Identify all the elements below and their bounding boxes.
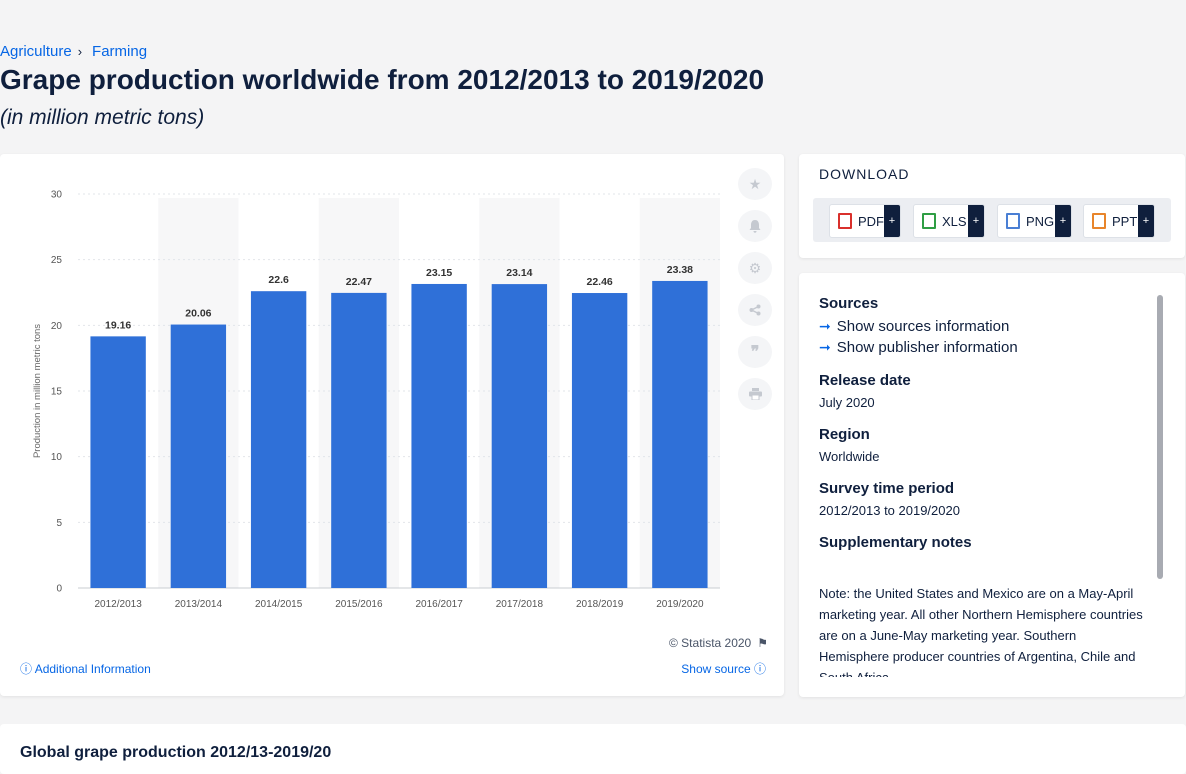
x-tick-label: 2012/2013 [94,599,142,610]
data-label: 22.47 [346,276,372,288]
breadcrumb-separator: › [77,44,83,59]
png-file-icon [1006,213,1020,229]
y-tick-label: 15 [51,387,63,398]
x-tick-label: 2013/2014 [175,599,223,610]
data-label: 20.06 [185,308,211,320]
sources-label: Sources [819,295,879,312]
flag-icon[interactable]: ⚑ [757,636,768,650]
star-icon[interactable]: ★ [738,168,772,200]
related-statistic-title[interactable]: Global grape production 2012/13-2019/20 [20,744,331,762]
pdf-file-icon [838,213,852,229]
data-label: 19.16 [105,319,131,331]
download-ppt-button[interactable]: PPT + [1083,204,1155,238]
chart-toolbar: ★ ⚙ ❞ [738,168,772,410]
print-icon[interactable] [738,378,772,410]
show-sources-label: Show sources information [836,318,1010,335]
plus-icon[interactable]: + [1138,205,1154,237]
bar [170,324,227,588]
y-tick-label: 20 [51,321,63,332]
page-title: Grape production worldwide from 2012/201… [0,64,765,95]
release-date-label: Release date [819,372,911,389]
page-subtitle: (in million metric tons) [0,106,205,129]
release-date-value: July 2020 [819,395,875,410]
bar [571,293,628,588]
show-source-label: Show source [681,662,751,676]
download-ppt-label: PPT [1112,213,1138,229]
scrollbar[interactable] [1157,295,1163,579]
plus-icon[interactable]: + [968,205,984,237]
download-xls-label: XLS [942,213,967,229]
plus-icon[interactable]: + [1055,205,1071,237]
bar [250,291,307,588]
supplementary-notes-label: Supplementary notes [819,534,972,551]
y-tick-label: 25 [51,255,63,266]
x-tick-label: 2016/2017 [415,599,463,610]
show-sources-link[interactable]: ➞ Show sources information [819,318,1149,335]
x-tick-label: 2018/2019 [576,599,624,610]
breadcrumb-item-farming[interactable]: Farming [92,43,147,60]
statistic-details: Sources ➞ Show sources information ➞ Sho… [819,295,1149,677]
arrow-right-icon: ➞ [819,339,831,355]
x-tick-label: 2014/2015 [255,599,303,610]
gear-icon[interactable]: ⚙ [738,252,772,284]
supplementary-notes-text: Note: the United States and Mexico are o… [819,586,1143,677]
y-tick-label: 10 [51,452,63,463]
data-label: 22.6 [268,274,289,286]
x-tick-label: 2017/2018 [496,599,544,610]
download-buttons: PDF + XLS + PNG + PPT + [813,198,1171,242]
breadcrumb-item-agriculture[interactable]: Agriculture [0,43,72,60]
statistic-details-card: Sources ➞ Show sources information ➞ Sho… [799,273,1185,697]
bar [491,284,548,588]
y-tick-label: 5 [56,518,62,529]
chart-card: 0 5 10 15 20 25 30 Production in million metric… [0,154,784,696]
show-source-link[interactable]: Show source ⓘ [681,660,766,677]
copyright-text: © Statista 2020 [669,636,752,650]
data-label: 23.38 [667,264,693,276]
additional-information-label: Additional Information [34,662,151,676]
x-tick-label: 2015/2016 [335,599,383,610]
data-label: 22.46 [586,276,612,288]
download-png-button[interactable]: PNG + [997,204,1072,238]
arrow-right-icon: ➞ [819,318,831,334]
region-label: Region [819,426,870,443]
bar-chart: 0 5 10 15 20 25 30 Production in million metric… [32,190,720,610]
bar [331,292,387,588]
data-label: 23.15 [426,267,452,279]
bar [652,280,708,588]
info-icon: ⓘ [20,662,33,676]
y-tick-label: 0 [56,584,62,595]
bar [90,336,146,588]
x-tick-label: 2019/2020 [656,599,704,610]
ppt-file-icon [1092,213,1106,229]
y-axis-label: Production in million metric tons [32,324,43,458]
xls-file-icon [922,213,936,229]
info-icon: ⓘ [753,662,766,676]
quote-icon[interactable]: ❞ [738,336,772,368]
bell-icon[interactable] [738,210,772,242]
download-card: DOWNLOAD PDF + XLS + PNG + PPT + [799,154,1185,258]
region-value: Worldwide [819,449,880,464]
show-publisher-label: Show publisher information [836,339,1018,356]
show-publisher-link[interactable]: ➞ Show publisher information [819,339,1149,356]
related-statistic-card: Global grape production 2012/13-2019/20 [0,724,1186,774]
share-icon[interactable] [738,294,772,326]
survey-period-value: 2012/2013 to 2019/2020 [819,503,960,518]
additional-information-link[interactable]: ⓘ Additional Information [20,660,151,677]
download-png-label: PNG [1026,213,1055,229]
bar [411,283,467,588]
y-tick-label: 30 [51,190,63,201]
plus-icon[interactable]: + [884,205,900,237]
download-heading: DOWNLOAD [819,166,910,182]
breadcrumb: Agriculture › Farming [0,43,147,60]
data-label: 23.14 [506,267,532,279]
download-pdf-button[interactable]: PDF + [829,204,901,238]
copyright: © Statista 2020 ⚑ [669,636,768,650]
survey-period-label: Survey time period [819,480,955,497]
download-xls-button[interactable]: XLS + [913,204,985,238]
download-pdf-label: PDF [858,213,884,229]
